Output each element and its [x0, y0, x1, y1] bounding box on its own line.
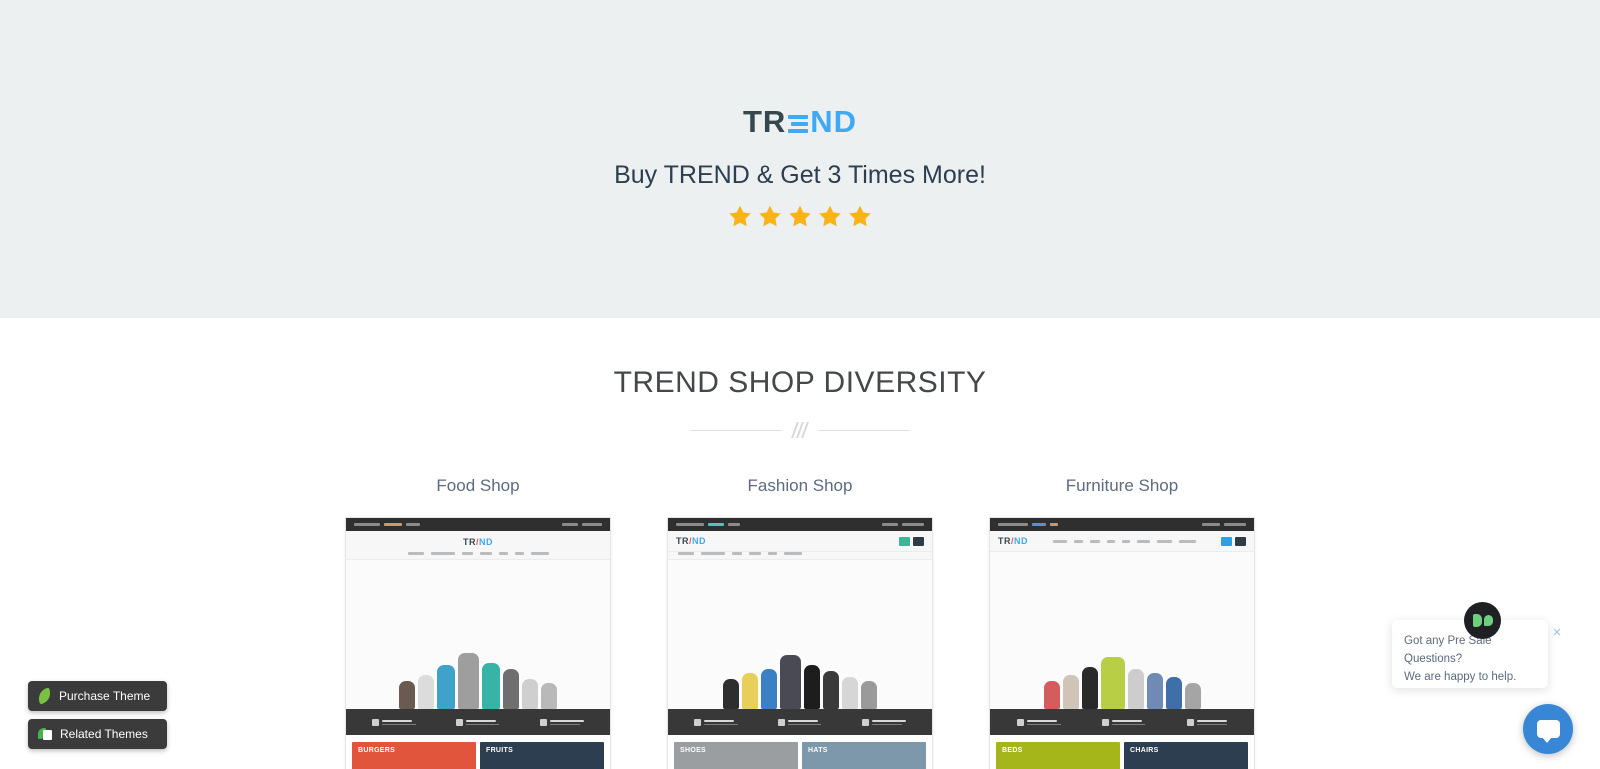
- triple-slash-divider-icon: [690, 422, 910, 438]
- chat-launcher-button[interactable]: [1523, 704, 1573, 754]
- mini-category-row: BEDS CHAIRS: [990, 735, 1254, 769]
- mini-category-tile: BURGERS: [352, 742, 476, 769]
- speech-bubble-icon: [1536, 720, 1560, 743]
- mini-hero-banner: [668, 560, 932, 709]
- logo-text-blue: ND: [810, 104, 858, 139]
- mini-feature-bar: [346, 709, 610, 735]
- star-icon: [759, 205, 781, 227]
- shop-card-furniture: Furniture Shop TR/ND BEDS CHAIRS: [989, 476, 1255, 769]
- mini-header-badges: [1220, 536, 1246, 546]
- shop-card-food: Food Shop TR/ND BURGERS FRUITS: [345, 476, 611, 769]
- mini-category-tile: FRUITS: [480, 742, 604, 769]
- leaf-icon: [36, 687, 53, 705]
- related-themes-label: Related Themes: [60, 727, 148, 741]
- shop-card-list: Food Shop TR/ND BURGERS FRUITS Fashion S…: [0, 476, 1600, 769]
- mini-category-row: BURGERS FRUITS: [346, 735, 610, 769]
- mini-category-label: HATS: [808, 747, 828, 754]
- mini-logo: TR/ND: [998, 536, 1029, 546]
- mini-nav: [1053, 539, 1196, 543]
- chat-avatar: [1464, 602, 1501, 639]
- chat-greeting-line2: We are happy to help.: [1404, 670, 1517, 683]
- mini-header-badges: [899, 536, 924, 546]
- logo-text-dark: TR: [742, 104, 787, 139]
- purchase-theme-button[interactable]: Purchase Theme: [28, 681, 167, 711]
- mini-feature-bar: [668, 709, 932, 735]
- mini-topbar: [346, 518, 610, 531]
- mini-category-label: FRUITS: [486, 747, 514, 754]
- mini-category-tile: CHAIRS: [1124, 742, 1248, 769]
- mini-nav: [407, 552, 549, 555]
- mini-category-label: CHAIRS: [1130, 747, 1159, 754]
- mini-site-header: TR/ND: [668, 531, 932, 552]
- related-themes-button[interactable]: Related Themes: [28, 719, 167, 749]
- mini-logo: TR/ND: [462, 537, 493, 547]
- mini-category-tile: BEDS: [996, 742, 1120, 769]
- close-icon[interactable]: ×: [1549, 625, 1565, 641]
- logo-e-bars-icon: [788, 112, 809, 133]
- mini-logo: TR/ND: [676, 536, 707, 546]
- page-title: TREND SHOP DIVERSITY: [613, 366, 987, 399]
- shop-preview-thumbnail[interactable]: TR/ND: [345, 517, 611, 769]
- card-title: Food Shop: [436, 476, 520, 495]
- mini-site-header: TR/ND: [346, 531, 610, 560]
- mini-hero-banner: [346, 560, 610, 709]
- mini-category-tile: SHOES: [674, 742, 798, 769]
- star-icon: [729, 205, 751, 227]
- mini-hero-banner: [990, 552, 1254, 709]
- shop-diversity-section: TREND SHOP DIVERSITY Food Shop TR/ND BUR…: [0, 318, 1600, 769]
- themes-icon: [38, 727, 52, 741]
- shop-preview-thumbnail[interactable]: TR/ND: [667, 517, 933, 769]
- hero-tagline: Buy TREND & Get 3 Times More!: [614, 161, 986, 189]
- star-icon: [849, 205, 871, 227]
- page-root: TR ND Buy TREND & Get 3 Times More! TREN…: [0, 0, 1600, 769]
- card-title: Furniture Shop: [1065, 476, 1179, 495]
- hero-section: TR ND Buy TREND & Get 3 Times More!: [0, 0, 1600, 318]
- chat-greeting-line1: Got any Pre Sale Questions?: [1404, 635, 1492, 665]
- mini-topbar: [668, 518, 932, 531]
- mini-site-header: TR/ND: [990, 531, 1254, 552]
- card-title: Fashion Shop: [747, 476, 853, 495]
- mini-category-label: BEDS: [1002, 747, 1023, 754]
- mini-feature-bar: [990, 709, 1254, 735]
- mini-category-row: SHOES HATS: [668, 735, 932, 769]
- shop-card-fashion: Fashion Shop TR/ND SHOES HATS: [667, 476, 933, 769]
- mini-category-label: SHOES: [680, 747, 707, 754]
- trend-logo: TR ND: [742, 104, 858, 139]
- star-icon: [819, 205, 841, 227]
- rating-stars: [728, 204, 872, 228]
- mini-nav: [668, 552, 932, 560]
- mini-topbar: [990, 518, 1254, 531]
- star-icon: [789, 205, 811, 227]
- mini-category-label: BURGERS: [358, 747, 396, 754]
- purchase-theme-label: Purchase Theme: [59, 689, 151, 703]
- floating-action-buttons: Purchase Theme Related Themes: [28, 681, 167, 749]
- mini-category-tile: HATS: [802, 742, 926, 769]
- shop-preview-thumbnail[interactable]: TR/ND: [989, 517, 1255, 769]
